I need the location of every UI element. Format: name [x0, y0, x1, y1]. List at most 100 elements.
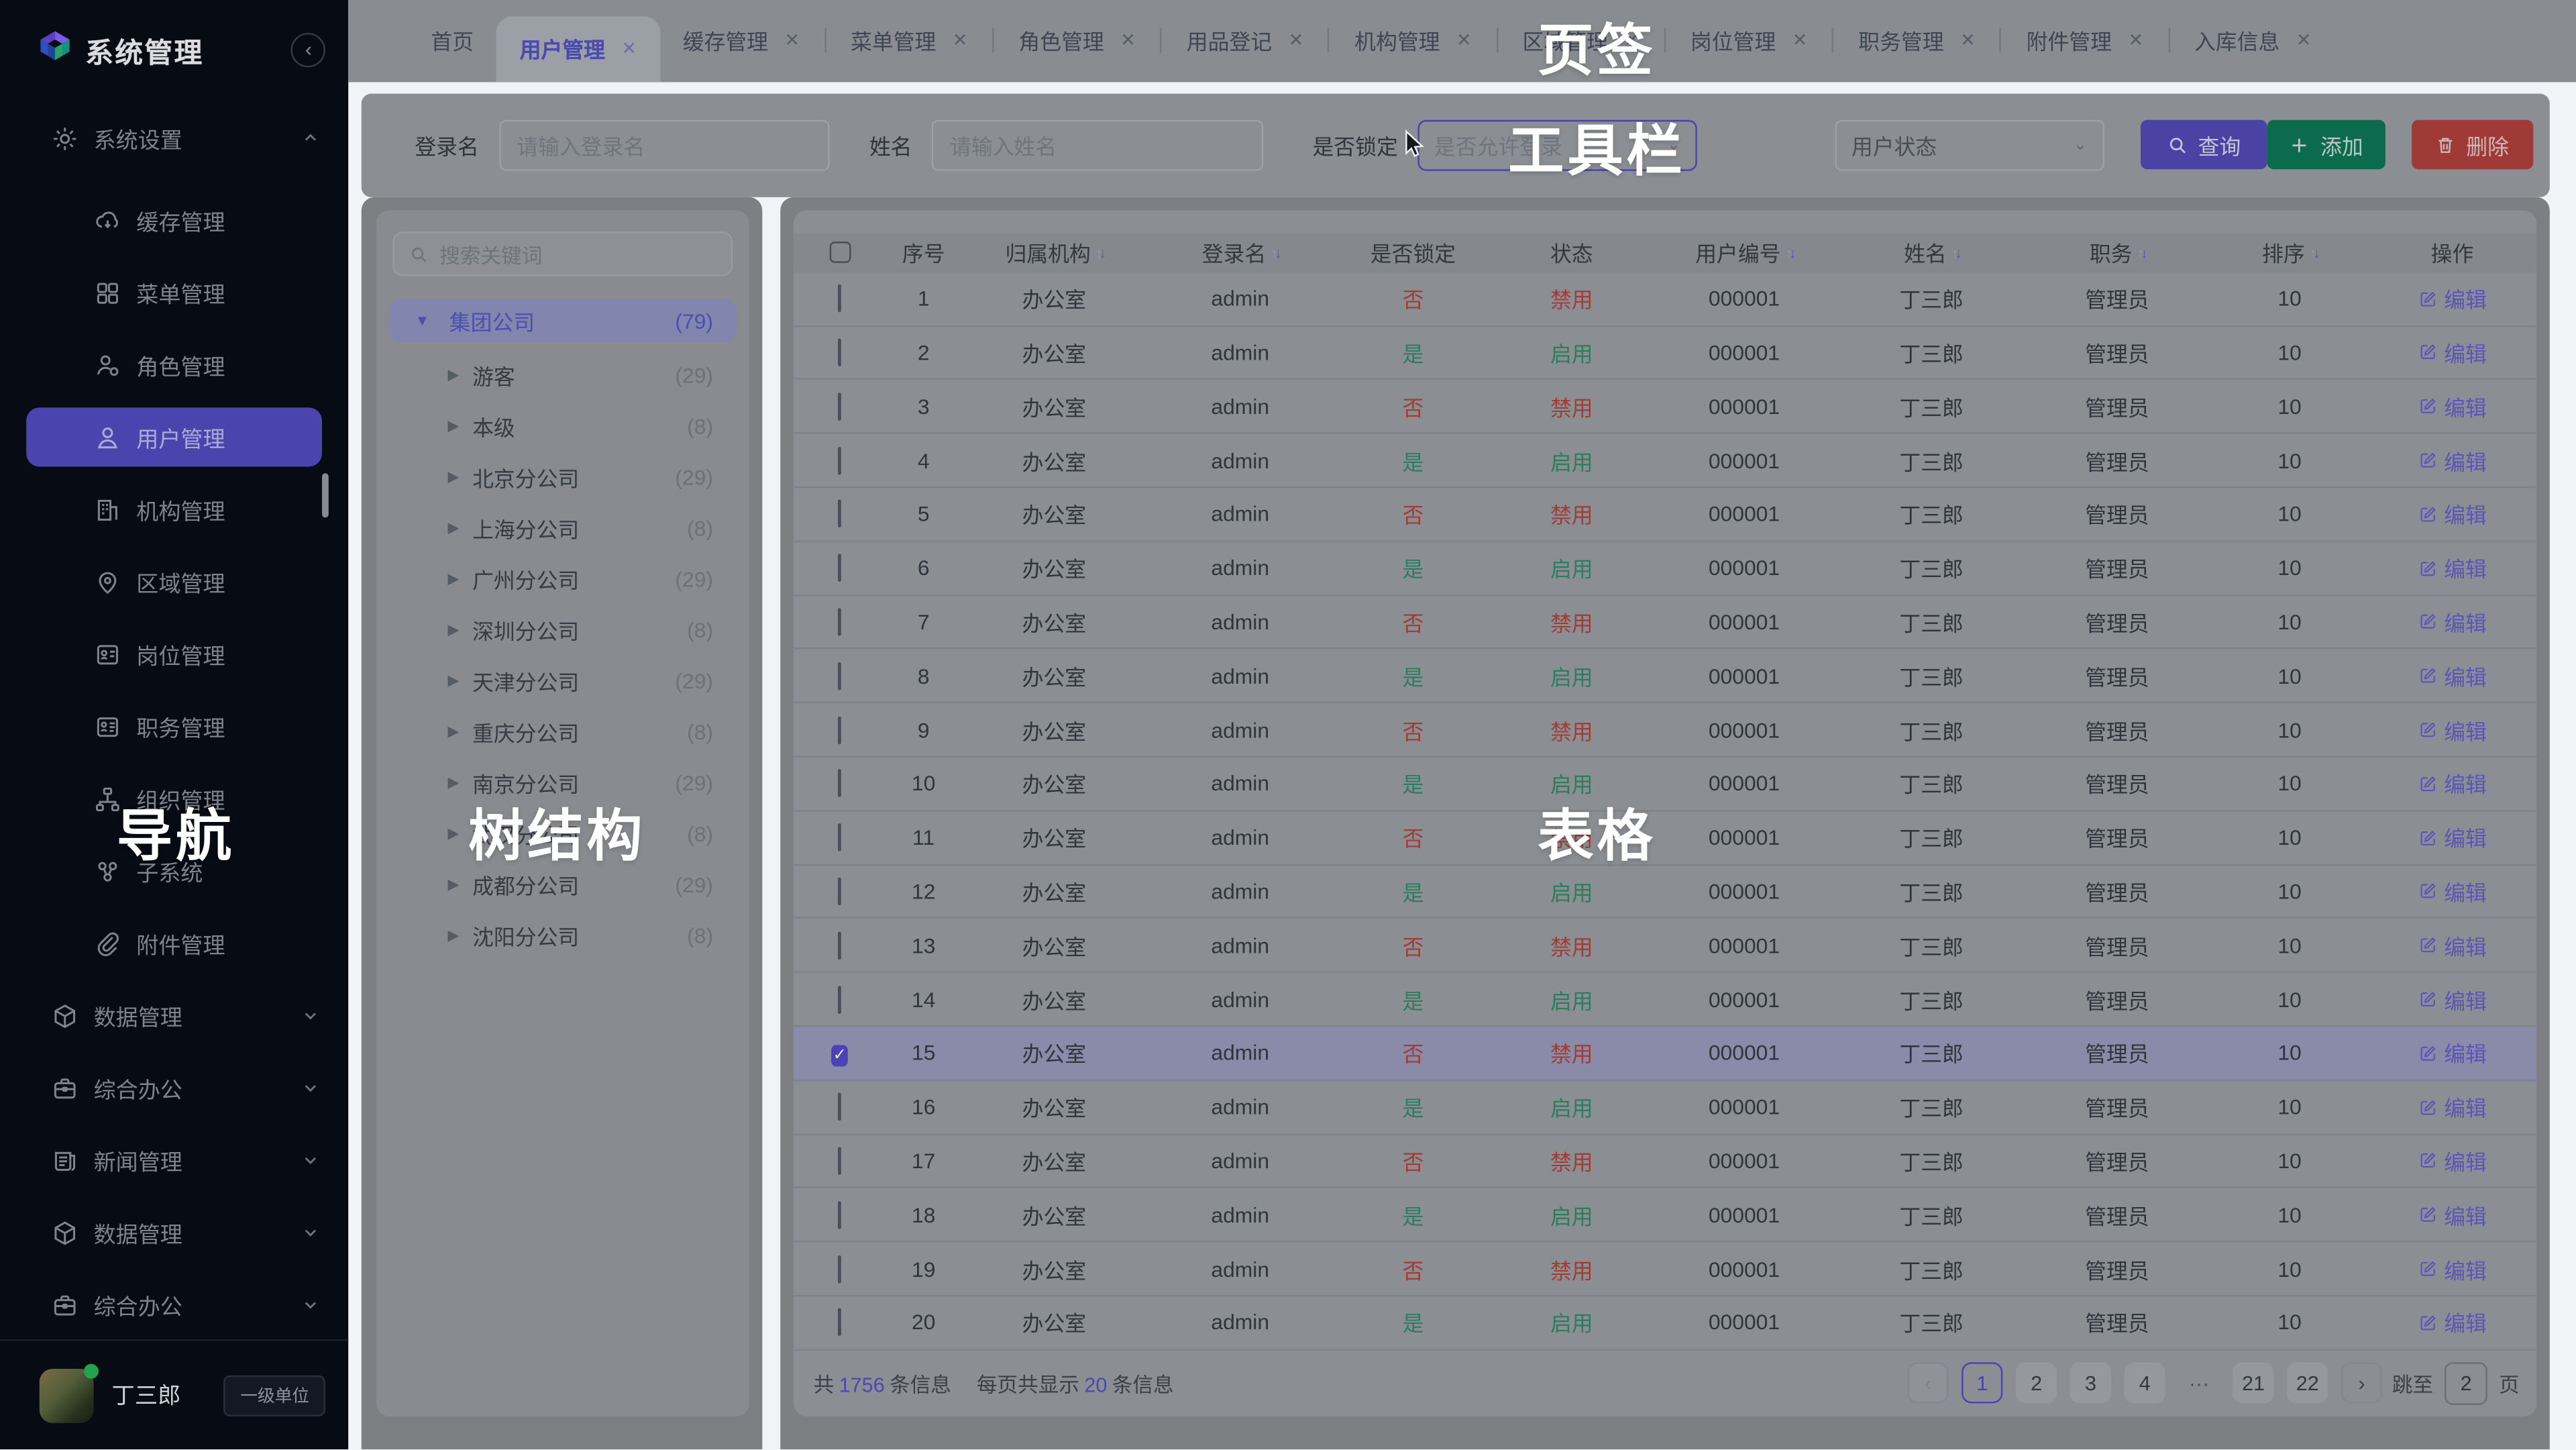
row-checkbox[interactable]: [838, 716, 841, 744]
caret-right-icon[interactable]: ▶: [448, 774, 460, 792]
column-header-用户编号[interactable]: 用户编号↑↓: [1650, 237, 1837, 268]
row-checkbox[interactable]: [838, 608, 841, 636]
tab-菜单管理[interactable]: 菜单管理✕: [828, 0, 991, 82]
edit-link[interactable]: 编辑: [2418, 607, 2487, 638]
table-row[interactable]: 20办公室admin是启用000001丁三郎管理员10编辑: [794, 1296, 2536, 1350]
caret-right-icon[interactable]: ▶: [448, 417, 460, 435]
sort-icon[interactable]: ↑↓: [2137, 244, 2145, 260]
name-input[interactable]: 请输入姓名: [932, 120, 1263, 171]
table-row[interactable]: 10办公室admin是启用000001丁三郎管理员10编辑: [794, 758, 2536, 811]
edit-link[interactable]: 编辑: [2418, 660, 2487, 692]
edit-link[interactable]: 编辑: [2418, 337, 2487, 368]
delete-button[interactable]: 删除: [2411, 121, 2532, 170]
edit-link[interactable]: 编辑: [2418, 552, 2487, 584]
caret-right-icon[interactable]: ▶: [448, 621, 460, 639]
tree-node-游客[interactable]: ▶游客(29): [388, 350, 736, 401]
sidebar-group-综合办公[interactable]: 综合办公: [0, 1269, 349, 1340]
row-checkbox[interactable]: [838, 500, 841, 528]
sidebar-section-system-settings[interactable]: 系统设置: [0, 109, 349, 168]
tree-node-北京分公司[interactable]: ▶北京分公司(29): [388, 452, 736, 503]
tab-用户管理[interactable]: 用户管理✕: [496, 16, 659, 82]
sidebar-item-用户管理[interactable]: 用户管理: [0, 401, 349, 474]
close-icon[interactable]: ✕: [2296, 30, 2312, 52]
close-icon[interactable]: ✕: [1960, 30, 1976, 52]
sidebar-collapse-button[interactable]: ‹: [291, 32, 325, 66]
caret-right-icon[interactable]: ▶: [448, 876, 460, 894]
table-row[interactable]: 18办公室admin是启用000001丁三郎管理员10编辑: [794, 1188, 2536, 1242]
row-checkbox[interactable]: [838, 338, 841, 366]
sidebar-scrollbar[interactable]: [323, 473, 329, 517]
tree-node-本级[interactable]: ▶本级(8): [388, 401, 736, 452]
caret-right-icon[interactable]: ▶: [448, 570, 460, 588]
sort-icon[interactable]: ↑↓: [1786, 244, 1793, 260]
query-button[interactable]: 查询: [2140, 121, 2268, 170]
row-checkbox[interactable]: [838, 1147, 841, 1175]
tree-node-沈阳分公司[interactable]: ▶沈阳分公司(8): [388, 910, 736, 961]
sidebar-item-区域管理[interactable]: 区域管理: [0, 546, 349, 618]
tree-node-深圳分公司[interactable]: ▶深圳分公司(8): [388, 605, 736, 656]
login-input[interactable]: 请输入登录名: [498, 120, 830, 171]
edit-link[interactable]: 编辑: [2418, 1091, 2487, 1123]
close-icon[interactable]: ✕: [622, 38, 637, 60]
edit-link[interactable]: 编辑: [2418, 1307, 2487, 1339]
page-button-21[interactable]: 21: [2233, 1363, 2273, 1404]
avatar[interactable]: [40, 1369, 94, 1423]
sort-icon[interactable]: ↑↓: [1095, 244, 1103, 260]
sidebar-group-新闻管理[interactable]: 新闻管理: [0, 1124, 349, 1196]
page-button-3[interactable]: 3: [2070, 1363, 2111, 1404]
tree-node-重庆分公司[interactable]: ▶重庆分公司(8): [388, 707, 736, 758]
row-checkbox[interactable]: [838, 284, 841, 313]
edit-link[interactable]: 编辑: [2418, 1199, 2487, 1231]
edit-link[interactable]: 编辑: [2418, 822, 2487, 853]
sidebar-group-数据管理[interactable]: 数据管理: [0, 1196, 349, 1269]
tab-首页[interactable]: 首页: [408, 0, 496, 82]
row-checkbox[interactable]: [838, 393, 841, 421]
sidebar-item-菜单管理[interactable]: 菜单管理: [0, 256, 349, 329]
column-header-归属机构[interactable]: 归属机构↑↓: [961, 237, 1147, 268]
table-row[interactable]: 9办公室admin否禁用000001丁三郎管理员10编辑: [794, 704, 2536, 758]
caret-right-icon[interactable]: ▶: [448, 519, 460, 537]
row-checkbox[interactable]: [838, 770, 841, 798]
table-row[interactable]: ✓15办公室admin否禁用000001丁三郎管理员10编辑: [794, 1027, 2536, 1080]
edit-link[interactable]: 编辑: [2418, 1145, 2487, 1177]
sort-icon[interactable]: ↑↓: [2310, 244, 2317, 260]
table-row[interactable]: 6办公室admin是启用000001丁三郎管理员10编辑: [794, 542, 2536, 596]
sidebar-group-数据管理[interactable]: 数据管理: [0, 980, 349, 1052]
edit-link[interactable]: 编辑: [2418, 984, 2487, 1015]
tab-用品登记[interactable]: 用品登记✕: [1163, 0, 1326, 82]
column-header-姓名[interactable]: 姓名↑↓: [1838, 237, 2025, 268]
row-checkbox[interactable]: [838, 1308, 841, 1337]
row-checkbox[interactable]: [838, 446, 841, 474]
tab-职务管理[interactable]: 职务管理✕: [1835, 0, 1998, 82]
close-icon[interactable]: ✕: [1289, 30, 1304, 52]
table-row[interactable]: 8办公室admin是启用000001丁三郎管理员10编辑: [794, 650, 2536, 703]
edit-link[interactable]: 编辑: [2418, 445, 2487, 476]
tree-root-node[interactable]: ▼ 集团公司 (79): [388, 300, 736, 342]
close-icon[interactable]: ✕: [1456, 30, 1472, 52]
page-button-22[interactable]: 22: [2287, 1363, 2328, 1404]
page-button-2[interactable]: 2: [2016, 1363, 2057, 1404]
table-row[interactable]: 11办公室admin否禁用000001丁三郎管理员10编辑: [794, 811, 2536, 865]
table-row[interactable]: 4办公室admin是启用000001丁三郎管理员10编辑: [794, 434, 2536, 488]
row-checkbox[interactable]: [838, 1201, 841, 1229]
row-checkbox[interactable]: [838, 1093, 841, 1121]
caret-right-icon[interactable]: ▶: [448, 672, 460, 690]
tab-附件管理[interactable]: 附件管理✕: [2003, 0, 2166, 82]
row-checkbox[interactable]: [838, 554, 841, 582]
table-row[interactable]: 19办公室admin否禁用000001丁三郎管理员10编辑: [794, 1243, 2536, 1296]
sort-icon[interactable]: ↑↓: [1271, 244, 1279, 260]
tab-入库信息[interactable]: 入库信息✕: [2171, 0, 2334, 82]
table-row[interactable]: 1办公室admin否禁用000001丁三郎管理员10编辑: [794, 272, 2536, 326]
sidebar-item-附件管理[interactable]: 附件管理: [0, 907, 349, 980]
status-select[interactable]: 用户状态 ⌄: [1835, 120, 2104, 171]
table-row[interactable]: 7办公室admin否禁用000001丁三郎管理员10编辑: [794, 596, 2536, 650]
edit-link[interactable]: 编辑: [2418, 499, 2487, 530]
sidebar-item-角色管理[interactable]: 角色管理: [0, 329, 349, 401]
edit-link[interactable]: 编辑: [2418, 714, 2487, 745]
edit-link[interactable]: 编辑: [2418, 1037, 2487, 1069]
caret-right-icon[interactable]: ▶: [448, 825, 460, 843]
caret-right-icon[interactable]: ▶: [448, 366, 460, 384]
tree-node-上海分公司[interactable]: ▶上海分公司(8): [388, 503, 736, 554]
table-row[interactable]: 12办公室admin是启用000001丁三郎管理员10编辑: [794, 866, 2536, 919]
column-header-排序[interactable]: 排序↑↓: [2209, 237, 2370, 268]
